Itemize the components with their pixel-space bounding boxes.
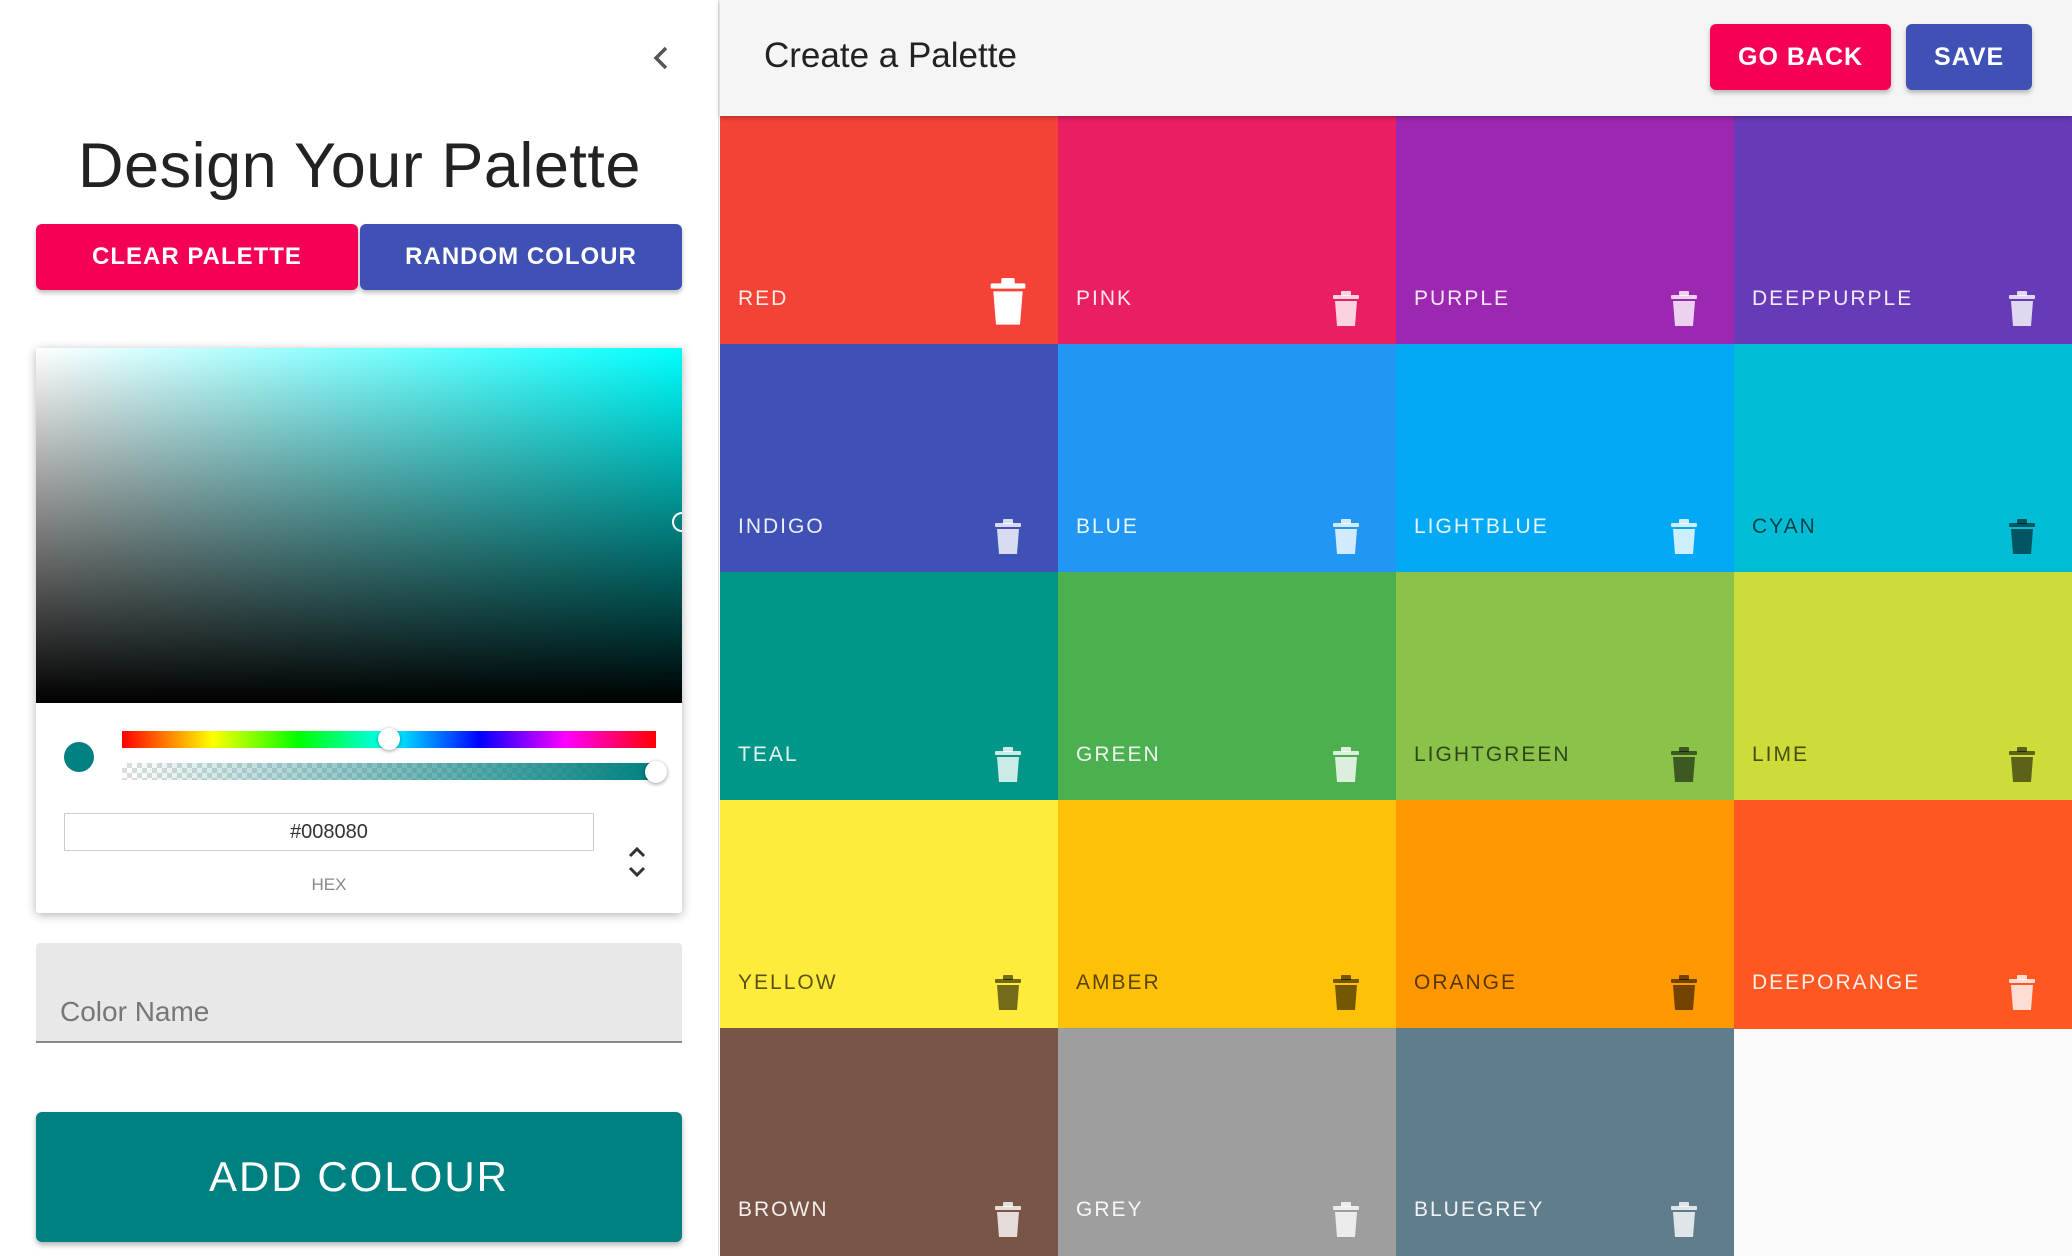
- app-bar: Create a Palette GO BACK SAVE: [720, 0, 2072, 116]
- color-box-name: DEEPPURPLE: [1752, 287, 1914, 310]
- color-box-name: PURPLE: [1414, 287, 1511, 310]
- delete-icon[interactable]: [2002, 963, 2042, 1011]
- save-button[interactable]: SAVE: [1906, 24, 2033, 90]
- delete-icon[interactable]: [1664, 1190, 1704, 1238]
- color-box: DEEPPURPLE: [1734, 116, 2072, 345]
- color-name-field[interactable]: [36, 943, 682, 1043]
- delete-icon[interactable]: [1664, 507, 1704, 555]
- delete-icon[interactable]: [988, 507, 1028, 555]
- hue-slider-handle[interactable]: [378, 728, 400, 750]
- color-box-name: GREY: [1076, 1198, 1144, 1221]
- color-box-name: AMBER: [1076, 971, 1161, 994]
- delete-icon[interactable]: [1326, 507, 1366, 555]
- delete-icon[interactable]: [988, 1190, 1028, 1238]
- color-box-name: CYAN: [1752, 515, 1817, 538]
- delete-icon[interactable]: [1326, 735, 1366, 783]
- delete-icon[interactable]: [2002, 735, 2042, 783]
- color-box: GREY: [1058, 1028, 1396, 1256]
- delete-icon[interactable]: [988, 963, 1028, 1011]
- delete-icon[interactable]: [1326, 279, 1366, 327]
- hex-label: HEX: [311, 875, 347, 894]
- current-color-swatch: [64, 742, 94, 772]
- delete-icon[interactable]: [1326, 963, 1366, 1011]
- delete-icon[interactable]: [2002, 507, 2042, 555]
- color-box: LIGHTBLUE: [1396, 344, 1734, 573]
- color-box: LIGHTGREEN: [1396, 572, 1734, 801]
- palette-grid: RED PINK PURPLE DEEPPURPLE INDIGO BLUE LIGHTBL…: [720, 116, 2072, 1256]
- go-back-button[interactable]: GO BACK: [1710, 24, 1892, 90]
- delete-icon[interactable]: [1664, 735, 1704, 783]
- page-title: Create a Palette: [764, 36, 1017, 75]
- random-colour-button[interactable]: RANDOM COLOUR: [360, 224, 682, 290]
- color-box: YELLOW: [720, 800, 1058, 1029]
- color-box-name: LIME: [1752, 743, 1810, 766]
- color-box: ORANGE: [1396, 800, 1734, 1029]
- unfold-icon[interactable]: [622, 840, 652, 884]
- color-box: CYAN: [1734, 344, 2072, 573]
- color-name-input[interactable]: [58, 991, 662, 1033]
- palette-drawer: Design Your Palette CLEAR PALETTE RANDOM…: [0, 0, 719, 1256]
- color-box: PURPLE: [1396, 116, 1734, 345]
- color-box: BLUE: [1058, 344, 1396, 573]
- delete-icon[interactable]: [988, 278, 1028, 327]
- color-box: BROWN: [720, 1028, 1058, 1256]
- color-box-name: YELLOW: [738, 971, 838, 994]
- color-box-name: BLUEGREY: [1414, 1198, 1545, 1221]
- color-box-name: INDIGO: [738, 515, 825, 538]
- color-box-name: LIGHTBLUE: [1414, 515, 1549, 538]
- color-box: LIME: [1734, 572, 2072, 801]
- color-picker: HEX: [36, 348, 682, 913]
- add-colour-button[interactable]: ADD COLOUR: [36, 1112, 682, 1242]
- color-box: AMBER: [1058, 800, 1396, 1029]
- color-box: PINK: [1058, 116, 1396, 345]
- saturation-handle[interactable]: [672, 512, 682, 532]
- color-box: BLUEGREY: [1396, 1028, 1734, 1256]
- drawer-title: Design Your Palette: [78, 131, 641, 201]
- color-box-name: PINK: [1076, 287, 1134, 310]
- color-box: INDIGO: [720, 344, 1058, 573]
- alpha-slider[interactable]: [122, 763, 656, 780]
- color-box: TEAL: [720, 572, 1058, 801]
- color-box-name: LIGHTGREEN: [1414, 743, 1571, 766]
- alpha-slider-handle[interactable]: [645, 761, 667, 783]
- color-box-name: DEEPORANGE: [1752, 971, 1921, 994]
- saturation-area[interactable]: [36, 348, 682, 703]
- color-box-name: RED: [738, 287, 789, 310]
- drawer-actions: CLEAR PALETTE RANDOM COLOUR: [36, 224, 682, 290]
- color-box-name: GREEN: [1076, 743, 1161, 766]
- color-box-name: ORANGE: [1414, 971, 1518, 994]
- color-box: GREEN: [1058, 572, 1396, 801]
- color-box-name: TEAL: [738, 743, 799, 766]
- color-box: DEEPORANGE: [1734, 800, 2072, 1029]
- chevron-left-icon[interactable]: [646, 40, 676, 76]
- color-box-name: BLUE: [1076, 515, 1139, 538]
- delete-icon[interactable]: [988, 735, 1028, 783]
- delete-icon[interactable]: [1664, 279, 1704, 327]
- color-box: RED: [720, 116, 1058, 345]
- clear-palette-button[interactable]: CLEAR PALETTE: [36, 224, 358, 290]
- delete-icon[interactable]: [2002, 279, 2042, 327]
- delete-icon[interactable]: [1326, 1190, 1366, 1238]
- hex-input[interactable]: [64, 813, 594, 851]
- color-box-name: BROWN: [738, 1198, 829, 1221]
- delete-icon[interactable]: [1664, 963, 1704, 1011]
